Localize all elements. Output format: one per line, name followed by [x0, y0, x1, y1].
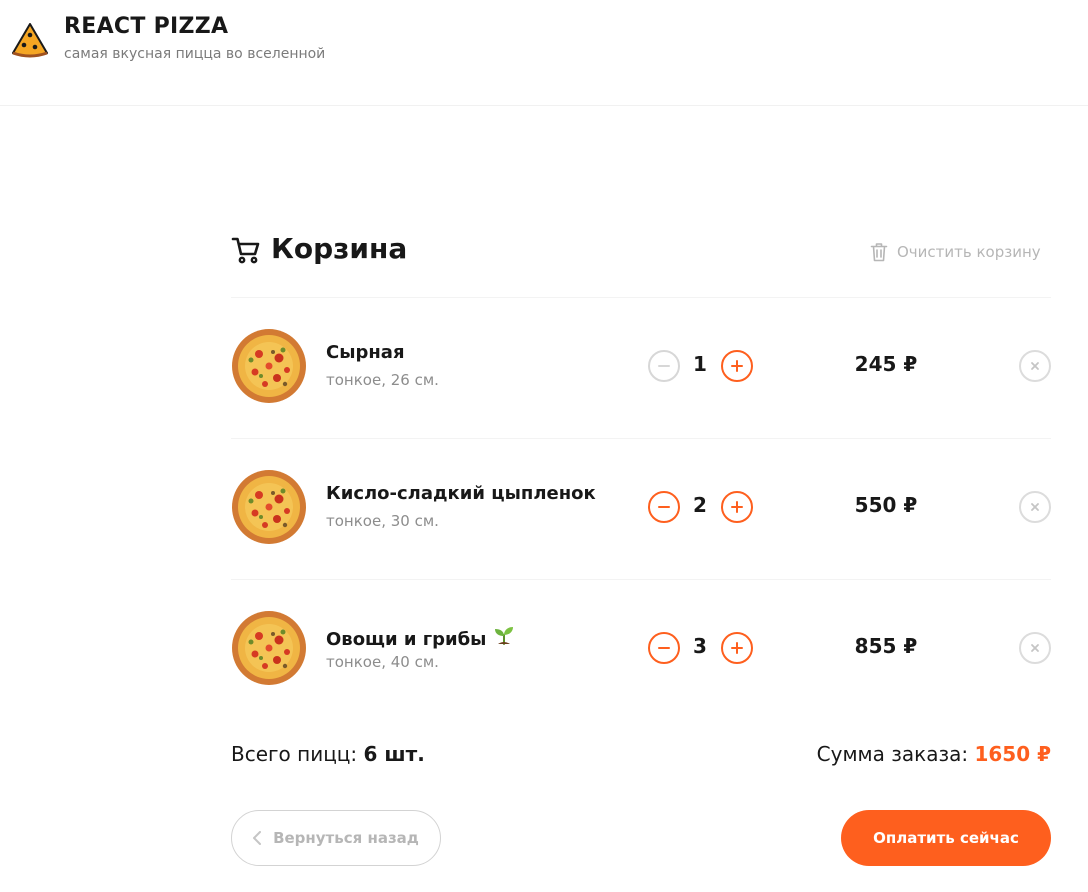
- divider: [231, 297, 1051, 298]
- total-count-label: Всего пицц:: [231, 742, 358, 766]
- remove-item-button[interactable]: [1019, 350, 1051, 382]
- pizza-image: [232, 611, 306, 685]
- cart-item: Кисло-сладкий цыпленок тонкое, 30 см. 2 …: [231, 469, 1051, 579]
- clear-cart-button[interactable]: Очистить корзину: [870, 240, 1041, 264]
- increase-quantity-button[interactable]: [721, 350, 753, 382]
- close-icon: [1031, 362, 1039, 370]
- minus-icon: [658, 506, 670, 508]
- item-quantity: 2: [693, 493, 707, 517]
- item-description: тонкое, 26 см.: [326, 371, 439, 389]
- go-back-label: Вернуться назад: [273, 829, 419, 847]
- divider: [231, 438, 1051, 439]
- logo-subtitle: самая вкусная пицца во вселенной: [64, 46, 326, 62]
- page-title: Корзина: [271, 232, 408, 265]
- item-description: тонкое, 30 см.: [326, 512, 439, 530]
- total-count: Всего пицц: 6 шт.: [231, 742, 425, 766]
- decrease-quantity-button[interactable]: [648, 632, 680, 664]
- chevron-left-icon: [253, 831, 262, 845]
- divider: [231, 579, 1051, 580]
- shopping-cart-icon: [231, 237, 260, 264]
- item-description: тонкое, 40 см.: [326, 653, 439, 671]
- sprout-icon: [495, 627, 514, 645]
- close-icon: [1031, 503, 1039, 511]
- decrease-quantity-button[interactable]: [648, 350, 680, 382]
- item-price: 550 ₽: [854, 493, 918, 517]
- clear-cart-label: Очистить корзину: [897, 243, 1041, 261]
- remove-item-button[interactable]: [1019, 632, 1051, 664]
- logo-title[interactable]: REACT PIZZA: [64, 14, 228, 39]
- pizza-slice-icon[interactable]: [10, 20, 50, 60]
- total-count-value: 6 шт.: [363, 742, 425, 766]
- go-back-button[interactable]: Вернуться назад: [231, 810, 441, 866]
- item-quantity: 1: [693, 352, 707, 376]
- total-sum: Сумма заказа: 1650 ₽: [817, 742, 1051, 766]
- minus-icon: [658, 365, 670, 367]
- item-price: 855 ₽: [854, 634, 918, 658]
- item-name: Овощи и грибы: [326, 624, 516, 650]
- item-name-text: Овощи и грибы: [326, 629, 487, 650]
- total-sum-label: Сумма заказа:: [816, 742, 969, 766]
- site-header: REACT PIZZA самая вкусная пицца во вселе…: [0, 0, 1088, 106]
- plus-icon: [731, 501, 743, 513]
- pay-now-button[interactable]: Оплатить сейчас: [841, 810, 1051, 866]
- increase-quantity-button[interactable]: [721, 491, 753, 523]
- pizza-image: [232, 470, 306, 544]
- item-quantity: 3: [693, 634, 707, 658]
- cart-item: Овощи и грибы тонкое, 40 см. 3 855 ₽: [231, 610, 1051, 720]
- item-price: 245 ₽: [854, 352, 918, 376]
- item-name: Сырная: [326, 342, 405, 363]
- total-sum-value: 1650 ₽: [974, 742, 1051, 766]
- minus-icon: [658, 647, 670, 649]
- trash-icon: [870, 243, 888, 262]
- cart-item: Сырная тонкое, 26 см. 1 245 ₽: [231, 328, 1051, 438]
- pay-now-label: Оплатить сейчас: [873, 829, 1019, 847]
- decrease-quantity-button[interactable]: [648, 491, 680, 523]
- plus-icon: [731, 360, 743, 372]
- item-name: Кисло-сладкий цыпленок: [326, 483, 596, 504]
- increase-quantity-button[interactable]: [721, 632, 753, 664]
- remove-item-button[interactable]: [1019, 491, 1051, 523]
- pizza-image: [232, 329, 306, 403]
- close-icon: [1031, 644, 1039, 652]
- plus-icon: [731, 642, 743, 654]
